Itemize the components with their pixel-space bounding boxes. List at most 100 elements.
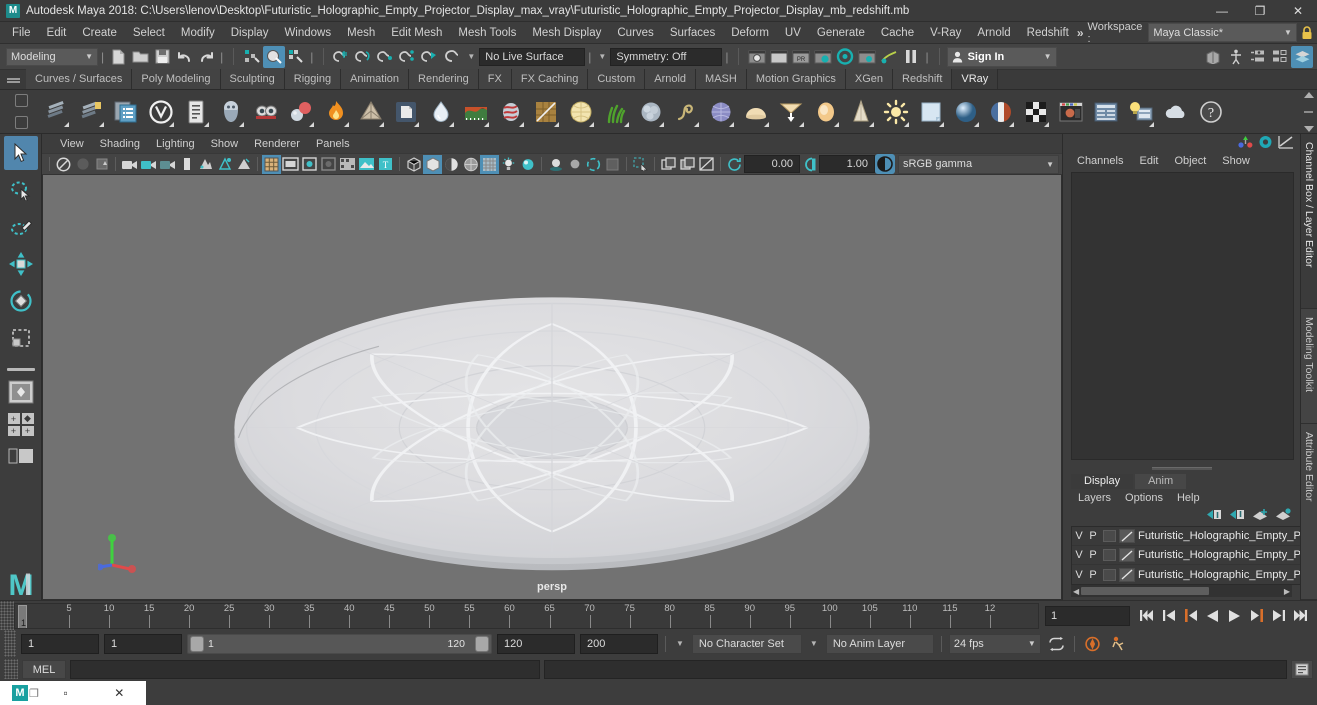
- character-set-field[interactable]: No Character Set: [691, 633, 802, 654]
- single-perspective-layout-button[interactable]: [6, 377, 36, 407]
- layer-name[interactable]: Futuristic_Holographic_Empty_Pr: [1138, 569, 1305, 581]
- shelf-tab-fx-caching[interactable]: FX Caching: [511, 69, 589, 89]
- vray-checker-icon[interactable]: [1018, 93, 1053, 131]
- vray-funnel-light-icon[interactable]: [773, 93, 808, 131]
- render-current-frame-button[interactable]: [746, 46, 768, 68]
- channel-menu-channels[interactable]: Channels: [1069, 154, 1131, 168]
- menu-mesh[interactable]: Mesh: [339, 24, 383, 42]
- tab-display-layers[interactable]: Display: [1071, 474, 1134, 489]
- play-forwards-button[interactable]: [1224, 605, 1245, 627]
- viewport-menu-lighting[interactable]: Lighting: [148, 136, 203, 152]
- layer-color-swatch[interactable]: [1119, 548, 1135, 562]
- playback-speed-selector[interactable]: 24 fps ▼: [948, 633, 1041, 654]
- anim-layer-field[interactable]: No Anim Layer: [825, 633, 934, 654]
- vray-grass-icon[interactable]: [598, 93, 633, 131]
- exposure-display-icon[interactable]: [338, 155, 357, 174]
- taskbar-close-button[interactable]: ✕: [92, 686, 146, 700]
- shadows-icon[interactable]: [158, 155, 177, 174]
- vray-dome-icon[interactable]: [738, 93, 773, 131]
- shelf-tab-sculpting[interactable]: Sculpting: [220, 69, 285, 89]
- command-line-grip[interactable]: [4, 659, 18, 679]
- animation-start-time-field[interactable]: 1: [21, 633, 99, 654]
- vray-frame-buffer-icon[interactable]: [1053, 93, 1088, 131]
- shelf-tab-redshift[interactable]: Redshift: [893, 69, 953, 89]
- channel-menu-show[interactable]: Show: [1214, 154, 1258, 168]
- auto-keyframe-button[interactable]: [1082, 633, 1103, 655]
- layer-menu-options[interactable]: Options: [1118, 491, 1170, 505]
- render-settings-button[interactable]: [834, 46, 856, 68]
- layer-row[interactable]: V P Futuristic_Holographic_Empty_Pr: [1072, 527, 1305, 546]
- shadows-display-icon[interactable]: [546, 155, 565, 174]
- layer-name[interactable]: Futuristic_Holographic_Empty_Pr: [1138, 530, 1305, 542]
- range-end-handle[interactable]: [475, 635, 489, 652]
- ipr-render-button[interactable]: PR: [790, 46, 812, 68]
- vray-render-elements-icon[interactable]: [1088, 93, 1123, 131]
- lock-workspace-icon[interactable]: [1297, 25, 1317, 40]
- channel-menu-object[interactable]: Object: [1166, 154, 1214, 168]
- image-based-lighting-icon[interactable]: [357, 155, 376, 174]
- text-overlay-icon[interactable]: T: [376, 155, 395, 174]
- taskbar-maya-icon[interactable]: M: [12, 685, 28, 701]
- layer-visibility-toggle[interactable]: V: [1072, 569, 1086, 581]
- channel-menu-edit[interactable]: Edit: [1131, 154, 1166, 168]
- show-tool-settings-icon[interactable]: [1269, 46, 1291, 68]
- animation-preferences-button[interactable]: [1108, 633, 1129, 655]
- shelf-tab-rendering[interactable]: Rendering: [409, 69, 479, 89]
- chevron-down-icon[interactable]: ▼: [594, 52, 610, 61]
- layer-color-swatch[interactable]: [1119, 529, 1135, 543]
- menu-generate[interactable]: Generate: [809, 24, 873, 42]
- range-slider-grip[interactable]: [4, 630, 16, 657]
- vray-mesh-export-icon[interactable]: [248, 93, 283, 131]
- menu-mesh-tools[interactable]: Mesh Tools: [450, 24, 524, 42]
- menu-mesh-display[interactable]: Mesh Display: [524, 24, 609, 42]
- close-button[interactable]: ✕: [1279, 0, 1317, 22]
- symmetry-field[interactable]: Symmetry: Off: [610, 47, 723, 66]
- vray-fur-icon[interactable]: [493, 93, 528, 131]
- xray-display-icon[interactable]: [480, 154, 499, 174]
- viewport-menu-view[interactable]: View: [52, 136, 92, 152]
- step-back-keyframe-button[interactable]: [1158, 605, 1179, 627]
- vray-fire-icon[interactable]: [318, 93, 353, 131]
- vray-cone-light-icon[interactable]: [843, 93, 878, 131]
- menu-set-selector[interactable]: Modeling ▼: [6, 47, 98, 66]
- scroll-left-icon[interactable]: ◀: [1071, 587, 1081, 596]
- vray-plane-icon[interactable]: [913, 93, 948, 131]
- render-region-button[interactable]: [812, 46, 834, 68]
- motion-blur-icon[interactable]: [584, 155, 603, 174]
- film-gate-icon[interactable]: [281, 155, 300, 174]
- shelf-scroll-controls[interactable]: [1302, 92, 1315, 132]
- save-scene-button[interactable]: [151, 46, 173, 68]
- hypershade-button[interactable]: [856, 46, 878, 68]
- snap-to-projected-center-button[interactable]: [397, 46, 419, 68]
- vray-cloud-icon[interactable]: [1158, 93, 1193, 131]
- shelf-tab-menu-icon[interactable]: [0, 69, 26, 89]
- layer-menu-help[interactable]: Help: [1170, 491, 1207, 505]
- panel-resize-grip[interactable]: [1063, 464, 1300, 472]
- toggle-sidebar-icon[interactable]: [1203, 46, 1225, 68]
- scroll-right-icon[interactable]: ▶: [1282, 587, 1292, 596]
- shelf-tab-custom[interactable]: Custom: [588, 69, 646, 89]
- layer-list[interactable]: V P Futuristic_Holographic_Empty_Pr V P: [1071, 526, 1306, 585]
- channel-box-content[interactable]: [1071, 172, 1294, 460]
- anim-layer-dropdown-icon[interactable]: ▼: [807, 639, 821, 648]
- pause-render-button[interactable]: [900, 46, 922, 68]
- layer-state-checkbox[interactable]: [1103, 549, 1116, 561]
- outliner-persp-layout-button[interactable]: [6, 441, 36, 471]
- use-all-lights-icon[interactable]: [518, 155, 537, 174]
- layer-playback-toggle[interactable]: P: [1086, 549, 1100, 561]
- bookmark-icon[interactable]: [73, 155, 92, 174]
- menu-edit-mesh[interactable]: Edit Mesh: [383, 24, 450, 42]
- character-set-dropdown-icon[interactable]: ▼: [673, 639, 687, 648]
- vray-help-icon[interactable]: ?: [1193, 93, 1228, 131]
- viewport-menu-shading[interactable]: Shading: [92, 136, 148, 152]
- live-surface-field[interactable]: No Live Surface: [479, 47, 586, 66]
- show-manipulator-icon[interactable]: [1238, 135, 1253, 152]
- gate-mask-icon[interactable]: [177, 155, 196, 174]
- vtab-channel-box-layer-editor[interactable]: Channel Box / Layer Editor: [1301, 134, 1317, 309]
- resolution-gate-icon[interactable]: [300, 155, 319, 174]
- vray-vfb-icon[interactable]: [178, 93, 213, 131]
- show-channel-box-icon[interactable]: [1291, 45, 1313, 68]
- menu-modify[interactable]: Modify: [173, 24, 223, 42]
- shelf-tab-xgen[interactable]: XGen: [845, 69, 894, 89]
- menu-windows[interactable]: Windows: [276, 24, 339, 42]
